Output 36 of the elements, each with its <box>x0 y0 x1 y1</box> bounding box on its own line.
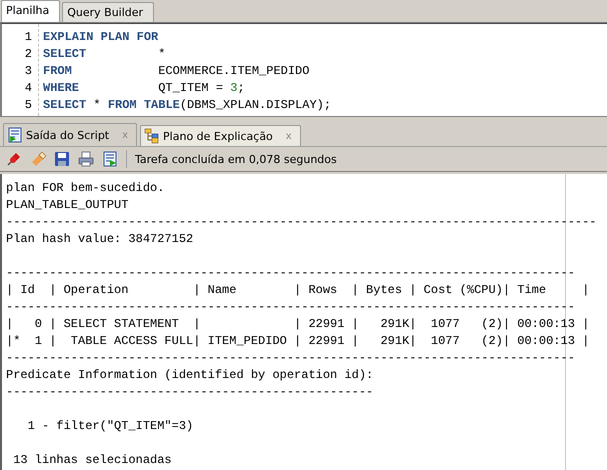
output-line: Plan hash value: 384727152 <box>6 231 194 248</box>
output-line: Predicate Information (identified by operation id): <box>6 367 374 384</box>
output-line: ------------------------------------------------------------------------------- <box>6 299 576 316</box>
line-number: 5 <box>24 97 32 114</box>
line-number: 3 <box>24 63 32 80</box>
output-line: ---------------------------------------------------------------------------------- <box>6 214 598 231</box>
output-line: | Id | Operation | Name | Rows | Bytes | Cost (%CPU)| Time | <box>6 282 590 299</box>
output-tab[interactable]: Saída do Script x <box>3 123 138 146</box>
line-number: 4 <box>24 80 32 97</box>
tree-diagram-icon <box>144 128 160 144</box>
code-line: SELECT * <box>43 46 166 63</box>
output-line: | 0 | SELECT STATEMENT | | 22991 | 291K| 1077 (2)| 00:00:13 | <box>6 316 590 333</box>
line-number: 1 <box>24 29 32 46</box>
pushpin-icon[interactable] <box>6 151 22 167</box>
status-text: Tarefa concluída em 0,078 segundos <box>135 152 337 166</box>
printer-icon[interactable] <box>78 151 94 167</box>
code-line: FROM ECOMMERCE.ITEM_PEDIDO <box>43 63 310 80</box>
output-tab[interactable]: Plano de Explicação x <box>140 125 301 146</box>
output-line: PLAN_TABLE_OUTPUT <box>6 197 130 214</box>
sql-editor[interactable]: 1 2 3 4 5 EXPLAIN PLAN FOR SELECT * FROM ECOMMERCE.ITEM_PEDIDO WHERE QT_ITEM = 3; SELECT * FROM TABLE(DBMS_XPLAN.DISPLAY); <box>0 23 607 116</box>
eraser-icon[interactable] <box>30 151 46 167</box>
output-line: ------------------------------------------------------------------------------- <box>6 350 576 367</box>
output-line: 1 - filter("QT_ITEM"=3) <box>26 418 194 435</box>
output-line: ------------------------------------------------------------------------------- <box>6 265 576 282</box>
run-script-icon[interactable] <box>102 151 118 167</box>
editor-tab[interactable]: Planilha <box>1 0 60 22</box>
output-line: |* 1 | TABLE ACCESS FULL| ITEM_PEDIDO | 22991 | 291K| 1077 (2)| 00:00:13 | <box>6 333 590 350</box>
editor-tab[interactable]: Query Builder <box>62 2 154 22</box>
script-icon <box>7 127 23 143</box>
code-line: WHERE QT_ITEM = 3; <box>43 80 246 97</box>
code-line: EXPLAIN PLAN FOR <box>43 29 160 46</box>
output-line: --------------------------------------------------- <box>6 384 374 401</box>
output-line: 13 linhas selecionadas <box>12 452 173 469</box>
output-line: plan FOR bem-sucedido. <box>6 180 166 197</box>
line-number: 2 <box>24 46 32 63</box>
code-line: SELECT * FROM TABLE(DBMS_XPLAN.DISPLAY); <box>43 97 332 114</box>
